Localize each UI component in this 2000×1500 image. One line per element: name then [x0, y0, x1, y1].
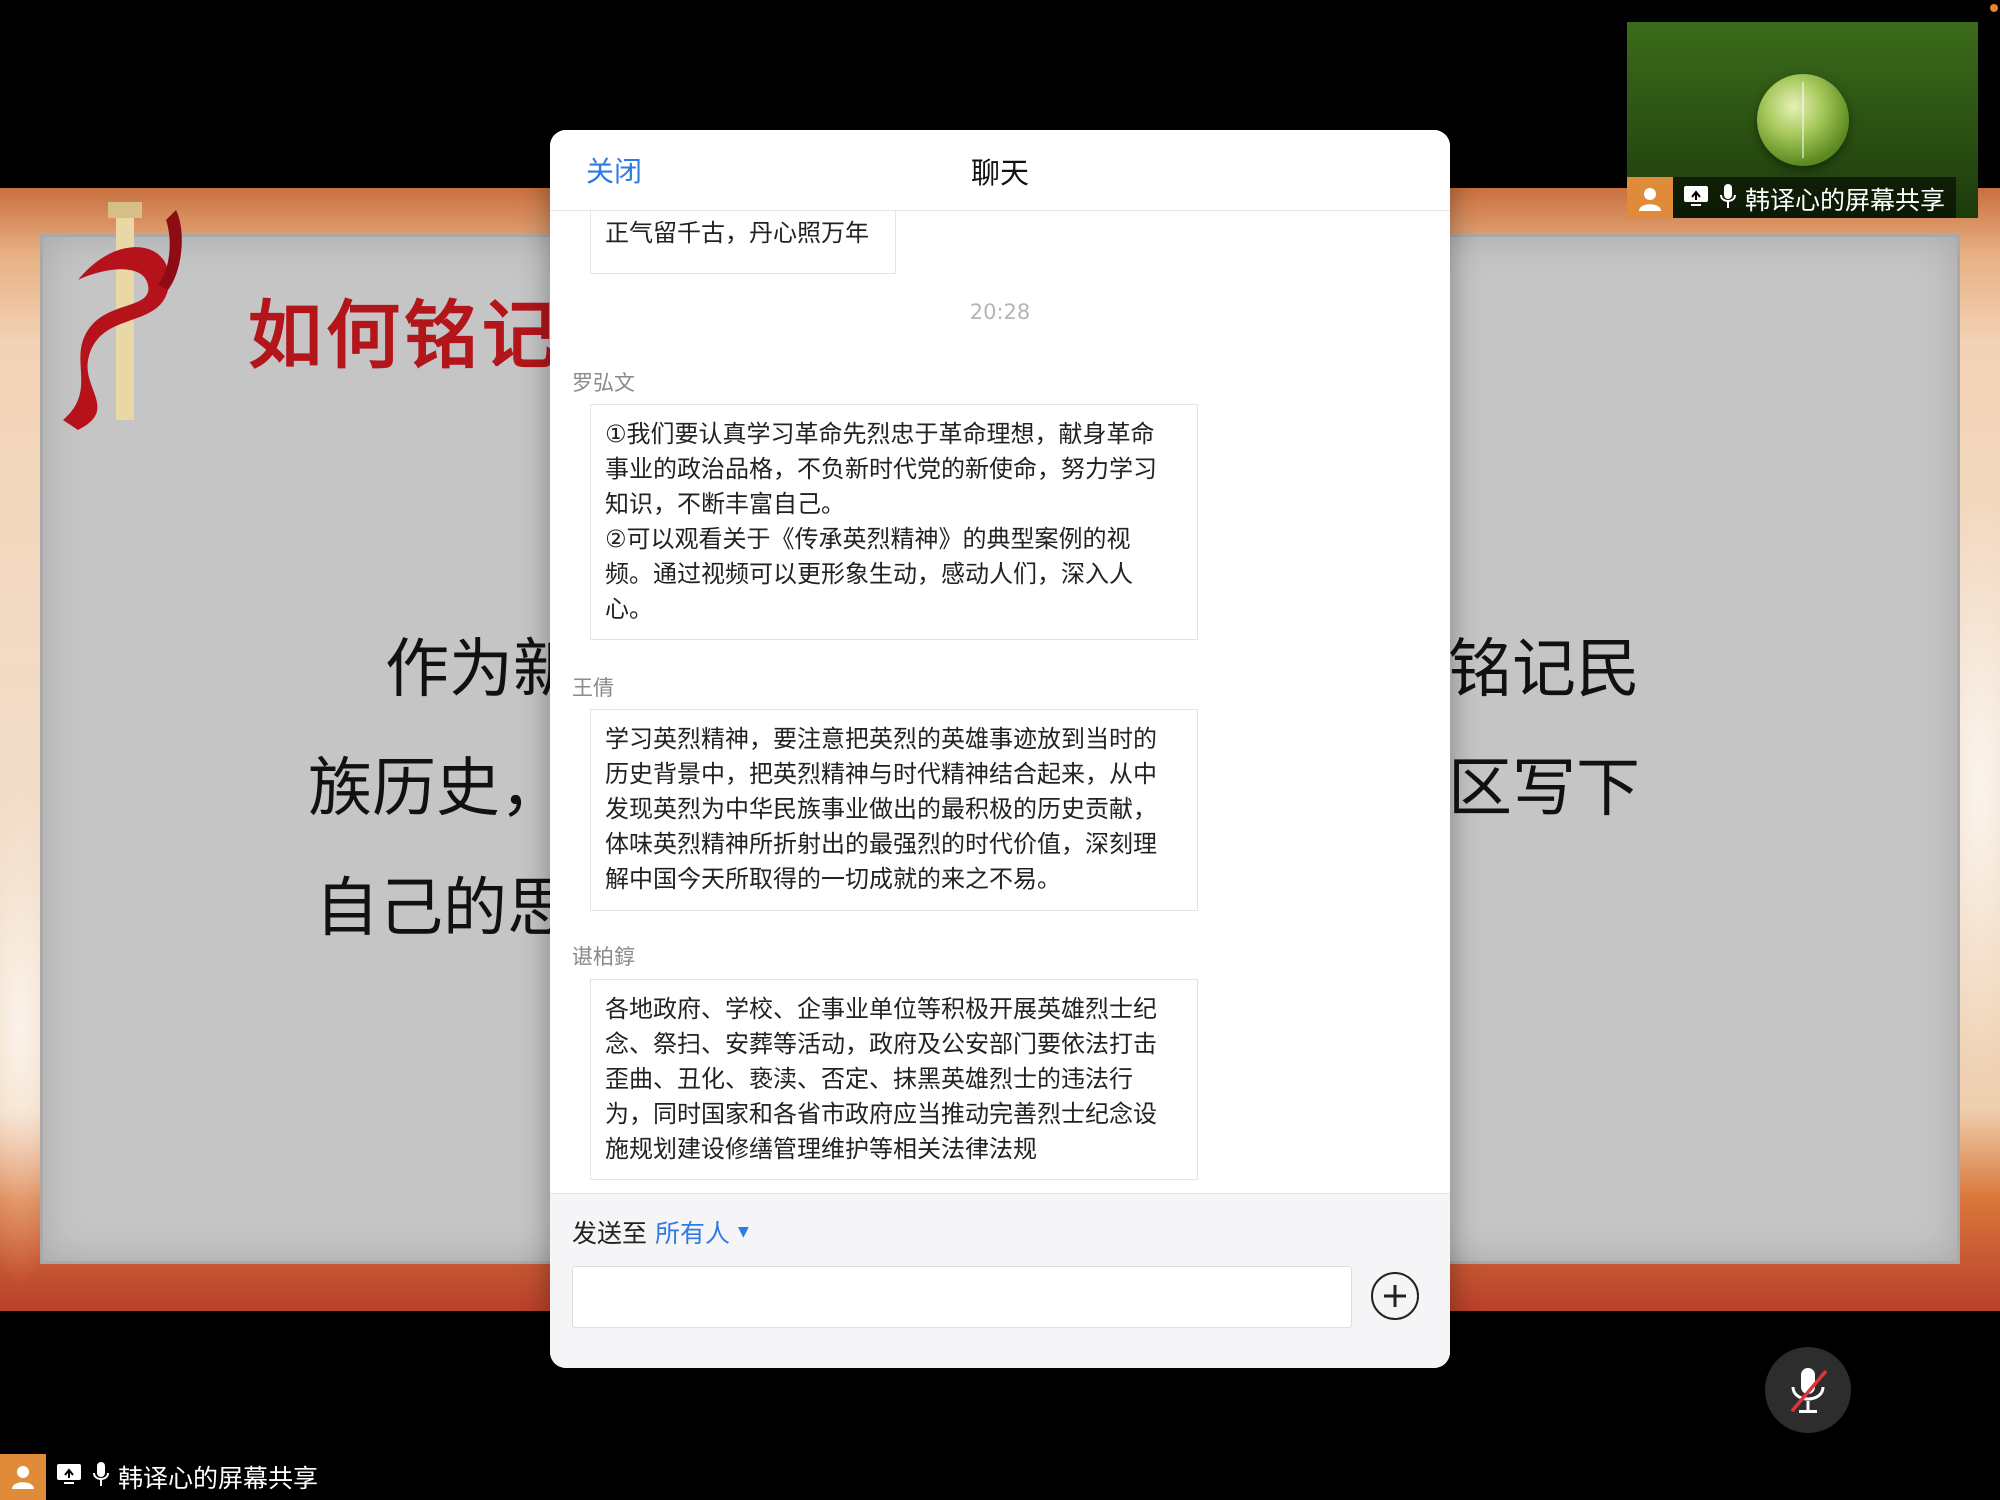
message-timestamp: 20:28: [969, 300, 1031, 324]
status-dot: [1990, 4, 1998, 12]
screen-share-icon: [56, 1463, 82, 1491]
slide-text-line: 铭记民: [1448, 633, 1640, 707]
person-icon: [1627, 177, 1673, 218]
chat-message-list[interactable]: 正气留千古，丹心照万年 20:28 罗弘文 ①我们要认真学习革命先烈忠于革命理想…: [550, 211, 1450, 1223]
message-sender: 谌柏錞: [572, 945, 635, 969]
active-speaker-bar: 韩译心的屏幕共享: [0, 1454, 333, 1500]
participant-name: 韩译心的屏幕共享: [118, 1464, 319, 1493]
slide-text-line: 作为新: [385, 633, 577, 707]
slide-text-line: 族历史，: [308, 752, 564, 826]
chat-message-bubble: ①我们要认真学习革命先烈忠于革命理想，献身革命 事业的政治品格，不负新时代党的新…: [590, 404, 1198, 640]
red-ribbon-pillar-icon: [63, 202, 182, 430]
participant-name-bar: 韩译心的屏幕共享: [1627, 177, 1956, 218]
chat-composer: 发送至 所有人 ▼: [550, 1193, 1450, 1368]
screen-share-icon: [1683, 185, 1709, 213]
slide-title: 如何铭记: [248, 293, 560, 379]
chat-message-bubble: 学习英烈精神，要注意把英烈的英雄事迹放到当时的 历史背景中，把英烈精神与时代精神…: [590, 709, 1198, 911]
chat-dialog: 关闭 聊天 正气留千古，丹心照万年 20:28 罗弘文 ①我们要认真学习革命先烈…: [550, 130, 1450, 1368]
person-icon: [0, 1454, 46, 1500]
participant-name: 韩译心的屏幕共享: [1745, 185, 1946, 215]
slide-text-line: 区写下: [1448, 752, 1640, 826]
add-attachment-button[interactable]: [1371, 1272, 1419, 1320]
slide-text-line: 自己的思: [315, 872, 571, 946]
message-sender: 罗弘文: [572, 371, 635, 395]
chat-message-bubble: 各地政府、学校、企事业单位等积极开展英雄烈士纪 念、祭扫、安葬等活动，政府及公安…: [590, 979, 1198, 1180]
microphone-icon: [92, 1461, 110, 1493]
plus-icon: [1384, 1285, 1406, 1307]
microphone-icon: [1719, 183, 1737, 215]
message-sender: 王倩: [572, 676, 614, 700]
participant-video-tile[interactable]: 韩译心的屏幕共享: [1627, 22, 1978, 218]
chat-header: 关闭 聊天: [550, 130, 1450, 211]
chat-title: 聊天: [970, 156, 1029, 190]
recipient-dropdown[interactable]: 所有人: [655, 1214, 730, 1250]
caret-down-icon: ▼: [738, 1224, 749, 1240]
send-to-label: 发送至: [572, 1219, 648, 1248]
microphone-muted-icon: [1790, 1368, 1828, 1413]
send-to-selector[interactable]: 发送至 所有人 ▼: [572, 1214, 749, 1250]
message-input[interactable]: [572, 1266, 1352, 1328]
leaf-avatar: [1757, 74, 1849, 166]
mute-toggle-button[interactable]: [1765, 1347, 1851, 1433]
chat-message-bubble: 正气留千古，丹心照万年: [590, 211, 896, 274]
